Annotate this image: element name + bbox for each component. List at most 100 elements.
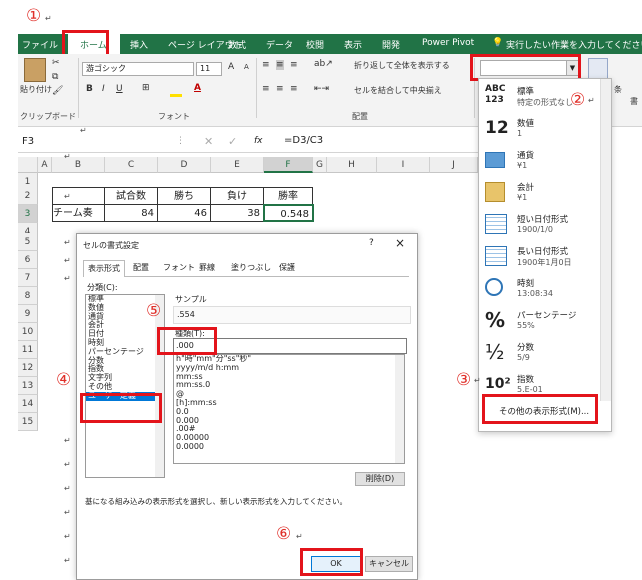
align-right-icon[interactable]: ≡: [290, 84, 298, 94]
help-button[interactable]: ?: [369, 238, 374, 248]
tab-data[interactable]: データ: [266, 38, 293, 51]
fill-color-icon[interactable]: [170, 94, 182, 97]
format-item-percentage[interactable]: % パーセンテージ 55%: [479, 305, 599, 337]
row-header[interactable]: 14: [18, 395, 38, 413]
merge-center-button[interactable]: セルを結合して中央揃え: [354, 85, 442, 96]
list-item[interactable]: yyyy/m/d h:mm: [174, 363, 404, 373]
tab-alignment[interactable]: 配置: [129, 260, 153, 276]
cell-d2[interactable]: 勝ち: [157, 187, 211, 205]
list-item[interactable]: mm:ss.0: [174, 381, 404, 390]
conditional-format-icon[interactable]: [588, 58, 608, 80]
cell-e2[interactable]: 負け: [210, 187, 264, 205]
font-name-select[interactable]: 游ゴシック: [82, 62, 194, 76]
format-item-fraction[interactable]: ½ 分数 5/9: [479, 337, 599, 369]
cell-d3[interactable]: 46: [157, 204, 211, 222]
row-header[interactable]: 5: [18, 233, 38, 251]
align-middle-icon[interactable]: ≡: [276, 60, 284, 70]
cut-icon[interactable]: ✂: [52, 58, 60, 68]
row-header[interactable]: 9: [18, 305, 38, 323]
cell-c3[interactable]: 84: [104, 204, 158, 222]
tab-number[interactable]: 表示形式: [83, 260, 125, 277]
category-list[interactable]: 標準 数値 通貨 会計 日付 時刻 パーセンテージ 分数 指数 文字列 その他 …: [85, 294, 165, 478]
scrollbar[interactable]: [155, 295, 164, 477]
align-center-icon[interactable]: ≡: [276, 84, 284, 94]
format-item-time[interactable]: 時刻 13:08:34: [479, 273, 599, 305]
align-bottom-icon[interactable]: ≡: [290, 60, 298, 70]
italic-button[interactable]: I: [102, 84, 105, 94]
cell-f2[interactable]: 勝率: [263, 187, 313, 205]
format-item-number[interactable]: 12 数値 1: [479, 113, 599, 145]
formula-input[interactable]: =D3/C3: [284, 135, 323, 146]
column-header-f[interactable]: F: [264, 157, 313, 173]
paste-icon[interactable]: [24, 58, 46, 82]
row-header[interactable]: 2: [18, 187, 38, 205]
format-as-table-label[interactable]: 書: [630, 96, 638, 107]
cell-b3[interactable]: チーム奏: [52, 204, 105, 222]
font-size-select[interactable]: 11: [196, 62, 222, 76]
bold-button[interactable]: B: [86, 84, 93, 94]
borders-icon[interactable]: ⊞: [142, 83, 150, 93]
tell-me-search[interactable]: 実行したい作業を入力してください...: [506, 38, 642, 51]
copy-icon[interactable]: ⧉: [52, 72, 58, 82]
row-header[interactable]: 3: [18, 205, 38, 223]
name-box[interactable]: F3: [18, 134, 162, 150]
grow-font-button[interactable]: A: [228, 62, 234, 72]
delete-button[interactable]: 削除(D): [355, 472, 405, 486]
tab-view[interactable]: 表示: [344, 38, 362, 51]
cancel-icon[interactable]: ✕: [204, 135, 213, 148]
format-item-currency[interactable]: 通貨 ¥1: [479, 145, 599, 177]
row-header[interactable]: 11: [18, 341, 38, 359]
shrink-font-button[interactable]: A: [244, 63, 249, 71]
tab-border[interactable]: 罫線: [195, 260, 219, 276]
column-header-i[interactable]: I: [377, 157, 430, 173]
list-item[interactable]: 0.0000: [174, 442, 404, 452]
column-header-b[interactable]: B: [52, 157, 105, 173]
row-header[interactable]: 7: [18, 269, 38, 287]
font-color-icon[interactable]: A: [194, 83, 201, 93]
wrap-text-button[interactable]: 折り返して全体を表示する: [354, 60, 450, 71]
orientation-icon[interactable]: ab↗: [314, 59, 333, 69]
row-header[interactable]: 13: [18, 377, 38, 395]
row-header[interactable]: 6: [18, 251, 38, 269]
tab-protection[interactable]: 保護: [275, 260, 299, 276]
cancel-button[interactable]: キャンセル: [365, 556, 413, 572]
cell-c2[interactable]: 試合数: [104, 187, 158, 205]
list-item[interactable]: 0.0: [174, 407, 404, 417]
indent-icon[interactable]: ⇤⇥: [314, 84, 329, 94]
conditional-format-label[interactable]: 条: [614, 84, 622, 95]
tab-developer[interactable]: 開発: [382, 38, 400, 51]
cell-e3[interactable]: 38: [210, 204, 264, 222]
format-painter-icon[interactable]: 🖌: [52, 86, 63, 96]
list-item[interactable]: [h]:mm:ss: [174, 398, 404, 408]
format-item-accounting[interactable]: 会計 ¥1: [479, 177, 599, 209]
enter-icon[interactable]: ✓: [228, 135, 237, 148]
scrollbar[interactable]: [395, 355, 404, 463]
select-all-corner[interactable]: [18, 157, 38, 173]
column-header-d[interactable]: D: [158, 157, 211, 173]
format-code-list[interactable]: h"時"mm"分"ss"秒" yyyy/m/d h:mm mm:ss mm:ss…: [173, 354, 405, 464]
column-header-g[interactable]: G: [313, 157, 327, 173]
cell-f3-selected[interactable]: 0.548: [263, 204, 314, 222]
align-left-icon[interactable]: ≡: [262, 84, 270, 94]
align-top-icon[interactable]: ≡: [262, 60, 270, 70]
row-header[interactable]: 10: [18, 323, 38, 341]
list-item[interactable]: 0.00000: [174, 433, 404, 443]
tab-power-pivot[interactable]: Power Pivot: [422, 38, 474, 48]
list-item[interactable]: 0.000: [174, 416, 404, 426]
row-header[interactable]: 8: [18, 287, 38, 305]
row-header[interactable]: 15: [18, 413, 38, 431]
paste-button-label[interactable]: 貼り付け: [20, 84, 52, 95]
column-header-a[interactable]: A: [38, 157, 52, 173]
format-item-short-date[interactable]: 短い日付形式 1900/1/0: [479, 209, 599, 241]
tab-file[interactable]: ファイル: [22, 38, 58, 51]
column-header-e[interactable]: E: [211, 157, 264, 173]
column-header-h[interactable]: H: [327, 157, 377, 173]
insert-function-icon[interactable]: fx: [254, 136, 263, 146]
tab-formulas[interactable]: 数式: [228, 38, 246, 51]
dropdown-scrollbar[interactable]: [600, 79, 611, 401]
underline-button[interactable]: U: [116, 84, 123, 94]
tab-review[interactable]: 校閲: [306, 38, 324, 51]
tab-font[interactable]: フォント: [159, 260, 199, 276]
column-header-c[interactable]: C: [105, 157, 158, 173]
cell-b2[interactable]: [52, 187, 105, 205]
